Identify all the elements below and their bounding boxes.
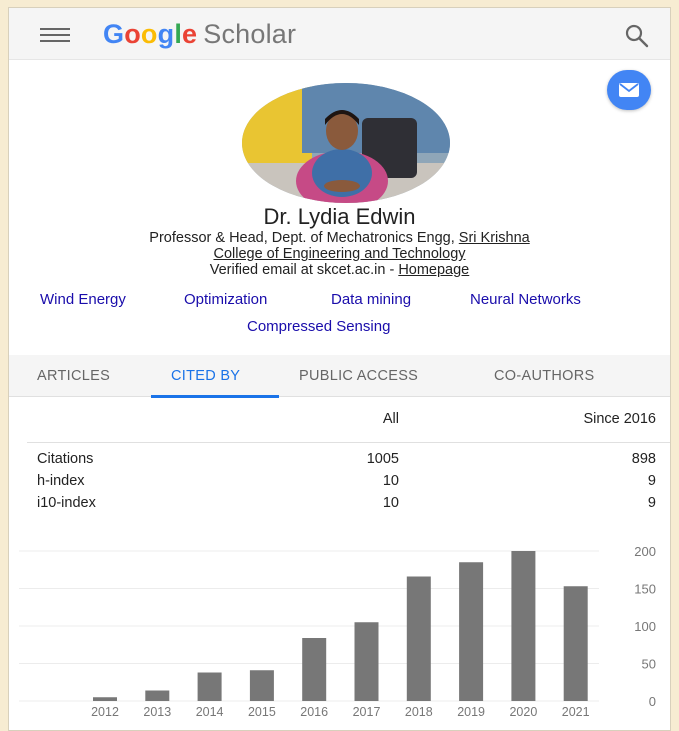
profile-name: Dr. Lydia Edwin [263, 204, 416, 229]
stat-label: h-index [37, 473, 85, 489]
stat-all-value: 1005 [366, 451, 399, 467]
active-tab-indicator [151, 395, 279, 398]
affiliation-continued: College of Engineering and Technology [9, 246, 670, 262]
google-scholar-logo[interactable]: Google Scholar [103, 19, 296, 50]
x-tick-label: 2019 [457, 705, 485, 719]
profile-avatar [242, 83, 450, 203]
logo-letter: o [140, 19, 158, 49]
tab-public-access[interactable]: PUBLIC ACCESS [299, 368, 418, 384]
stat-since-value: 898 [631, 451, 656, 467]
y-tick-label: 100 [634, 619, 656, 634]
stats-header-all: All [382, 411, 399, 427]
verified-email: Verified email at skcet.ac.in - Homepage [9, 262, 670, 278]
x-tick-label: 2016 [300, 705, 328, 719]
stat-label: i10-index [37, 495, 96, 511]
x-tick-label: 2018 [405, 705, 433, 719]
homepage-link[interactable]: Homepage [398, 262, 469, 278]
interest-link[interactable]: Data mining [331, 291, 411, 308]
chart-bar[interactable] [302, 638, 327, 701]
app-frame: Google Scholar Dr. Lydia Edwin Professor… [8, 7, 671, 731]
top-bar: Google Scholar [9, 8, 670, 60]
interest-link[interactable]: Compressed Sensing [247, 318, 390, 335]
logo-letter: G [103, 19, 125, 49]
logo-letter: l [174, 19, 183, 49]
stats-divider [27, 442, 670, 443]
chart-bar[interactable] [197, 672, 222, 702]
chart-bar[interactable] [563, 586, 588, 701]
x-tick-label: 2017 [353, 705, 381, 719]
email-author-button[interactable] [607, 70, 651, 110]
y-tick-label: 0 [649, 694, 656, 709]
stat-since-value: 9 [647, 473, 656, 489]
y-tick-label: 150 [634, 582, 656, 597]
x-tick-label: 2014 [196, 705, 224, 719]
x-tick-label: 2013 [143, 705, 171, 719]
tab-cited-by[interactable]: CITED BY [171, 368, 240, 384]
affiliation: Professor & Head, Dept. of Mechatronics … [9, 230, 670, 246]
chart-bar[interactable] [459, 562, 484, 701]
logo-suffix: Scholar [203, 19, 297, 49]
x-tick-label: 2015 [248, 705, 276, 719]
interest-link[interactable]: Neural Networks [470, 291, 581, 308]
envelope-icon [619, 83, 639, 97]
logo-letter: e [182, 19, 198, 49]
stat-since-value: 9 [647, 495, 656, 511]
chart-bar[interactable] [249, 670, 274, 701]
citations-chart: 0 50 100 150 200 2012 2013 2014 2015 2016 2017 2018… [19, 544, 656, 719]
verified-email-text: Verified email at skcet.ac.in - [209, 262, 399, 278]
stats-header-since: Since 2016 [583, 411, 656, 427]
chart-bar[interactable] [511, 551, 536, 701]
logo-letter: g [157, 19, 175, 49]
affiliation-text: Professor & Head, Dept. of Mechatronics … [149, 230, 459, 246]
stat-all-value: 10 [382, 495, 399, 511]
profile-tabs: ARTICLES CITED BY PUBLIC ACCESS CO-AUTHO… [9, 355, 670, 397]
tab-articles[interactable]: ARTICLES [37, 368, 110, 384]
chart-bar[interactable] [406, 576, 431, 702]
search-icon[interactable] [624, 23, 650, 49]
chart-bar[interactable] [145, 690, 170, 702]
logo-letter: o [124, 19, 141, 49]
interest-link[interactable]: Wind Energy [40, 291, 126, 308]
hamburger-menu-icon[interactable] [40, 28, 70, 42]
chart-bar[interactable] [93, 697, 117, 701]
chart-bar[interactable] [354, 622, 379, 701]
institution-link[interactable]: Sri Krishna [459, 230, 530, 246]
institution-link-continued[interactable]: College of Engineering and Technology [213, 246, 465, 262]
tab-co-authors[interactable]: CO-AUTHORS [494, 368, 594, 384]
y-tick-label: 50 [642, 657, 656, 672]
x-tick-label: 2020 [509, 705, 537, 719]
interest-link[interactable]: Optimization [184, 291, 267, 308]
y-tick-label: 200 [634, 544, 656, 559]
stat-label: Citations [37, 451, 94, 467]
x-tick-label: 2012 [91, 705, 119, 719]
stat-all-value: 10 [382, 473, 399, 489]
x-tick-label: 2021 [562, 705, 590, 719]
